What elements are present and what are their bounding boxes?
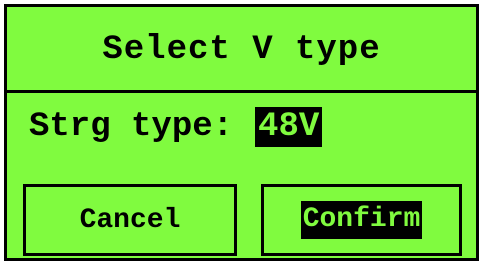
dialog-title: Select V type [102, 30, 381, 69]
confirm-button[interactable]: Confirm [261, 184, 462, 256]
v-type-dialog: Select V type Strg type: 48V Cancel Conf… [4, 4, 479, 261]
string-type-row: Strg type: 48V [29, 106, 323, 148]
confirm-button-label: Confirm [300, 201, 423, 239]
title-bar: Select V type [7, 7, 476, 93]
string-type-value-selector[interactable]: 48V [255, 107, 323, 147]
string-type-label: Strg type: [29, 108, 234, 146]
cancel-button-label: Cancel [79, 204, 181, 236]
cancel-button[interactable]: Cancel [23, 184, 237, 256]
